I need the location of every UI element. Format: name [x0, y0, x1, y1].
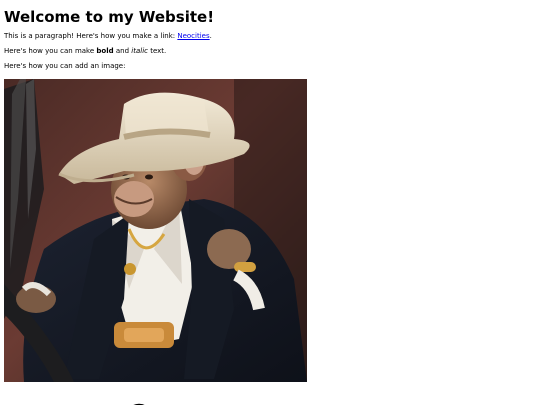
paragraph-formatting: Here's how you can make bold and italic … [4, 46, 534, 56]
paragraph-image-intro: Here's how you can add an image: [4, 62, 126, 70]
formatting-prefix: Here's how you can make [4, 47, 97, 55]
paragraph-link-text: This is a paragraph! Here's how you make… [4, 32, 178, 40]
page-content: Welcome to my Website! This is a paragra… [4, 0, 534, 76]
formatting-middle: and [113, 47, 132, 55]
formatting-suffix: text. [147, 47, 167, 55]
bold-text: bold [96, 47, 114, 55]
italic-text: italic [131, 47, 148, 55]
paragraph-link: This is a paragraph! Here's how you make… [4, 31, 534, 41]
page-title: Welcome to my Website! [4, 8, 215, 26]
partial-next-image [133, 403, 145, 405]
neocities-link[interactable]: Neocities [177, 32, 209, 40]
monkey-cowboy-photo [4, 79, 307, 382]
paragraph-link-period: . [209, 32, 212, 40]
monkey-cowboy-image [4, 79, 307, 382]
